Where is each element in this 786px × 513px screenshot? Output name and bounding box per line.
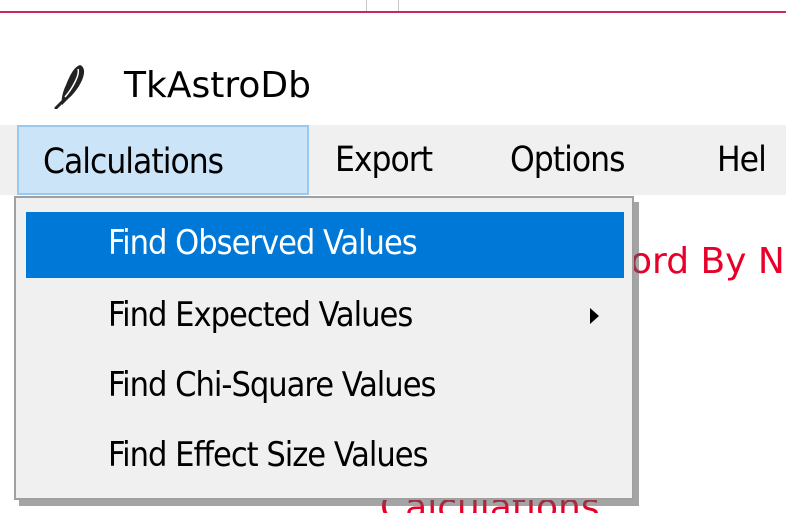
- menu-label: Export: [335, 140, 433, 180]
- menu-options[interactable]: Options: [510, 125, 625, 195]
- app-window: TkAstroDb Calculations Export Options He…: [0, 0, 786, 513]
- submenu-arrow-icon: [590, 308, 599, 324]
- frame-divider: [398, 0, 399, 11]
- title-bar: TkAstroDb: [0, 13, 786, 125]
- window-frame-top: [0, 0, 786, 13]
- menu-item-find-observed-values[interactable]: Find Observed Values: [26, 212, 624, 278]
- menu-label: Hel: [717, 140, 767, 180]
- menu-item-find-chi-square-values[interactable]: Find Chi-Square Values: [26, 354, 624, 420]
- calculations-dropdown-menu: Find Observed Values Find Expected Value…: [14, 196, 634, 500]
- menu-label: Options: [510, 140, 625, 180]
- menu-help[interactable]: Hel: [717, 125, 767, 195]
- menu-calculations[interactable]: Calculations: [17, 125, 309, 195]
- feather-icon: [54, 65, 85, 109]
- menu-label: Calculations: [43, 142, 224, 182]
- menu-item-find-effect-size-values[interactable]: Find Effect Size Values: [26, 424, 624, 490]
- menu-item-label: Find Chi-Square Values: [108, 365, 436, 405]
- content-text-partial: ord By N: [630, 241, 785, 282]
- menu-item-label: Find Effect Size Values: [108, 435, 429, 475]
- frame-divider: [366, 0, 367, 11]
- menu-item-label: Find Observed Values: [108, 223, 418, 263]
- menu-export[interactable]: Export: [335, 125, 433, 195]
- menu-item-find-expected-values[interactable]: Find Expected Values: [26, 284, 624, 350]
- menu-item-label: Find Expected Values: [108, 295, 413, 335]
- menu-bar: Calculations Export Options Hel: [0, 125, 786, 195]
- window-title: TkAstroDb: [124, 65, 311, 106]
